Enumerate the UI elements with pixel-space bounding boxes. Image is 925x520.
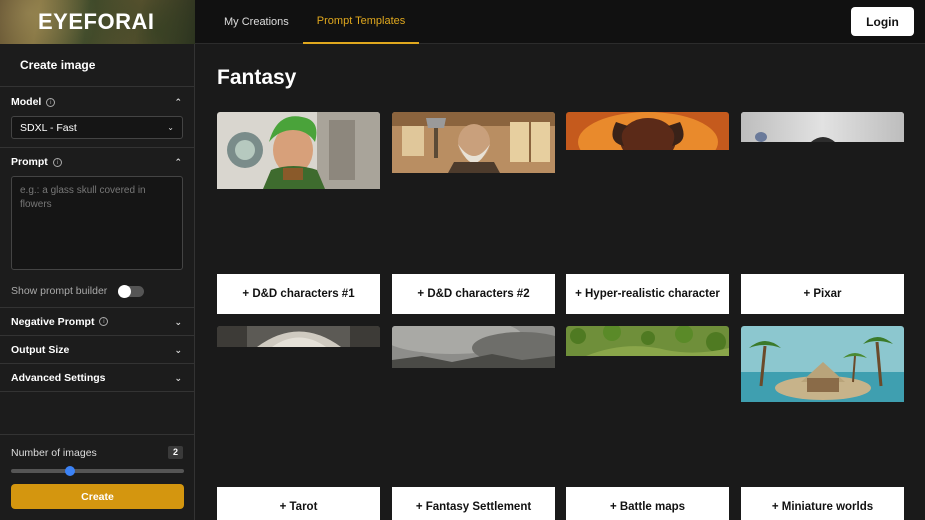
number-of-images-label: Number of images [11, 447, 97, 459]
login-button[interactable]: Login [851, 7, 914, 36]
template-image [566, 112, 729, 150]
advanced-settings-row[interactable]: Advanced Settings ⌄ [0, 363, 194, 391]
output-size-row[interactable]: Output Size ⌄ [0, 335, 194, 363]
model-select-value: SDXL - Fast [20, 121, 77, 134]
info-icon[interactable]: i [52, 157, 62, 167]
sidebar: Create image Model i ⌃ SDXL - Fast ⌄ Pro… [0, 44, 195, 520]
template-button[interactable]: + Miniature worlds [741, 487, 904, 520]
template-button[interactable]: + D&D characters #1 [217, 274, 380, 314]
model-section-header[interactable]: Model i ⌃ [0, 88, 194, 116]
template-image [741, 326, 904, 402]
advanced-settings-label: Advanced Settings [11, 371, 106, 384]
logo[interactable]: EYEFORAI [0, 0, 195, 44]
template-image [566, 326, 729, 356]
number-of-images-slider[interactable] [11, 469, 184, 473]
template-image [217, 326, 380, 347]
template-button[interactable]: + Fantasy Settlement [392, 487, 555, 520]
chevron-down-icon: ⌄ [174, 373, 182, 383]
toggle-knob [118, 285, 131, 298]
create-button[interactable]: Create [11, 484, 184, 509]
show-prompt-builder-label: Show prompt builder [11, 285, 108, 297]
show-prompt-builder-toggle[interactable] [118, 285, 144, 298]
prompt-label: Prompt [11, 156, 48, 168]
chevron-up-icon[interactable]: ⌃ [174, 157, 182, 168]
info-icon[interactable]: i [46, 97, 56, 107]
show-prompt-builder-row: Show prompt builder [0, 278, 194, 304]
template-button[interactable]: + Battle maps [566, 487, 729, 520]
negative-prompt-label: Negative Prompt [11, 315, 95, 328]
model-label: Model [11, 96, 42, 108]
model-select[interactable]: SDXL - Fast ⌄ [11, 116, 183, 139]
template-button[interactable]: + D&D characters #2 [392, 274, 555, 314]
template-image [217, 112, 380, 189]
output-size-label: Output Size [11, 343, 70, 356]
nav-tabs: My Creations Prompt Templates [195, 0, 420, 44]
template-button[interactable]: + Hyper-realistic character [566, 274, 729, 314]
number-of-images-section: Number of images 2 Create [0, 434, 195, 520]
main-content: Fantasy + D&D characters #1 + D&D charac… [196, 44, 925, 520]
page-title: Fantasy [217, 66, 297, 89]
template-button[interactable]: + Pixar [741, 274, 904, 314]
chevron-down-icon: ⌄ [174, 317, 182, 327]
template-button[interactable]: + Tarot [217, 487, 380, 520]
prompt-input[interactable]: e.g.: a glass skull covered in flowers [11, 176, 183, 270]
sidebar-title: Create image [0, 44, 194, 87]
chevron-up-icon[interactable]: ⌃ [174, 97, 182, 108]
top-bar: EYEFORAI My Creations Prompt Templates L… [0, 0, 925, 44]
prompt-section-header[interactable]: Prompt i ⌃ [0, 148, 194, 176]
template-image [392, 112, 555, 173]
negative-prompt-row[interactable]: Negative Prompt i ⌄ [0, 307, 194, 335]
logo-text: EYEFORAI [38, 9, 155, 34]
info-icon[interactable]: i [99, 317, 109, 326]
slider-handle[interactable] [65, 466, 75, 476]
number-of-images-value: 2 [168, 446, 183, 459]
chevron-down-icon: ⌄ [167, 123, 174, 132]
template-image [392, 326, 555, 368]
chevron-down-icon: ⌄ [174, 345, 182, 355]
tab-prompt-templates[interactable]: Prompt Templates [302, 0, 420, 44]
template-image [741, 112, 904, 142]
tab-my-creations[interactable]: My Creations [210, 0, 303, 44]
